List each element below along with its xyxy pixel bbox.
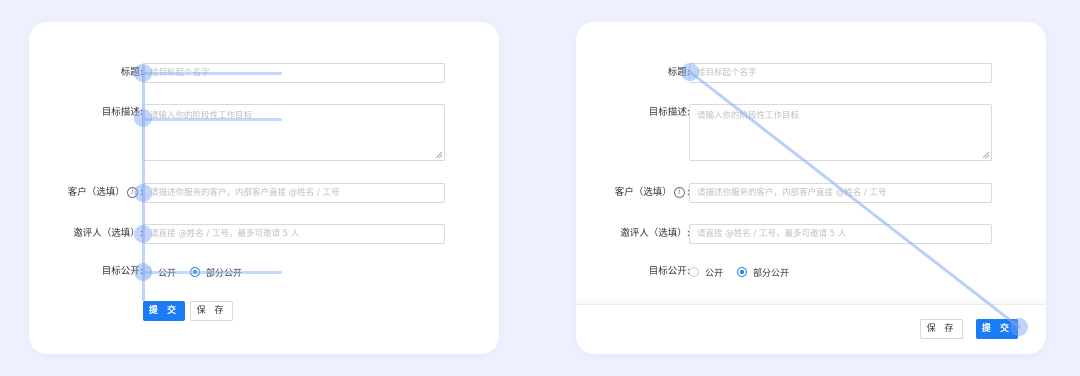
radio-public-circle[interactable] (689, 267, 699, 277)
info-icon[interactable]: i (673, 187, 685, 198)
guide-dot-submit (1010, 318, 1028, 336)
guide-dot-title (681, 63, 699, 81)
save-button[interactable]: 保 存 (190, 301, 233, 321)
client-input[interactable]: 请描述你服务的客户，内部客户直接 @姓名 / 工号 (689, 183, 992, 203)
form-card-right: 标题: 给目标起个名字 目标描述: 请输入你的阶段性工作目标 客户（选填）i: … (576, 22, 1046, 354)
radio-partial-public[interactable]: 部分公开 (737, 266, 789, 279)
radio-partial-public-circle[interactable] (737, 267, 748, 277)
guide-dot-client (134, 184, 152, 202)
visibility-label: 目标公开: (648, 266, 690, 277)
save-button[interactable]: 保 存 (920, 319, 963, 339)
client-input[interactable]: 请描述你服务的客户，内部客户直接 @姓名 / 工号 (142, 183, 445, 203)
client-label: 客户（选填）i: (68, 183, 143, 203)
resize-grip-icon[interactable] (983, 152, 989, 158)
resize-grip-icon[interactable] (436, 152, 442, 158)
description-textarea[interactable]: 请输入你的阶段性工作目标 (142, 104, 445, 161)
title-input[interactable]: 给目标起个名字 (689, 63, 992, 83)
reviewer-label: 邀评人（选填）: (620, 228, 690, 239)
alignment-guide-title (142, 72, 282, 75)
alignment-guide-description (142, 118, 282, 121)
sticky-footer-bar: 保 存 提 交 (576, 304, 1046, 354)
guide-dot-title (134, 64, 152, 82)
alignment-guide-visibility (142, 271, 282, 274)
submit-button[interactable]: 提 交 (143, 301, 185, 321)
radio-public[interactable]: 公开 (689, 266, 723, 279)
reviewer-input[interactable]: 请直接 @姓名 / 工号，最多可邀请 5 人 (142, 224, 445, 244)
guide-dot-description (134, 109, 152, 127)
reviewer-label: 邀评人（选填）: (73, 228, 143, 239)
client-label: 客户（选填）i: (615, 183, 690, 203)
guide-dot-visibility (134, 263, 152, 281)
description-label: 目标描述: (648, 107, 690, 118)
visibility-radio-group: 公开 部分公开 (689, 262, 803, 282)
reviewer-input[interactable]: 请直接 @姓名 / 工号，最多可邀请 5 人 (689, 224, 992, 244)
description-textarea[interactable]: 请输入你的阶段性工作目标 (689, 104, 992, 161)
guide-dot-reviewer (134, 225, 152, 243)
description-placeholder: 请输入你的阶段性工作目标 (697, 111, 800, 121)
form-card-left: 标题: 给目标起个名字 目标描述: 请输入你的阶段性工作目标 客户（选填）i: … (29, 22, 499, 354)
